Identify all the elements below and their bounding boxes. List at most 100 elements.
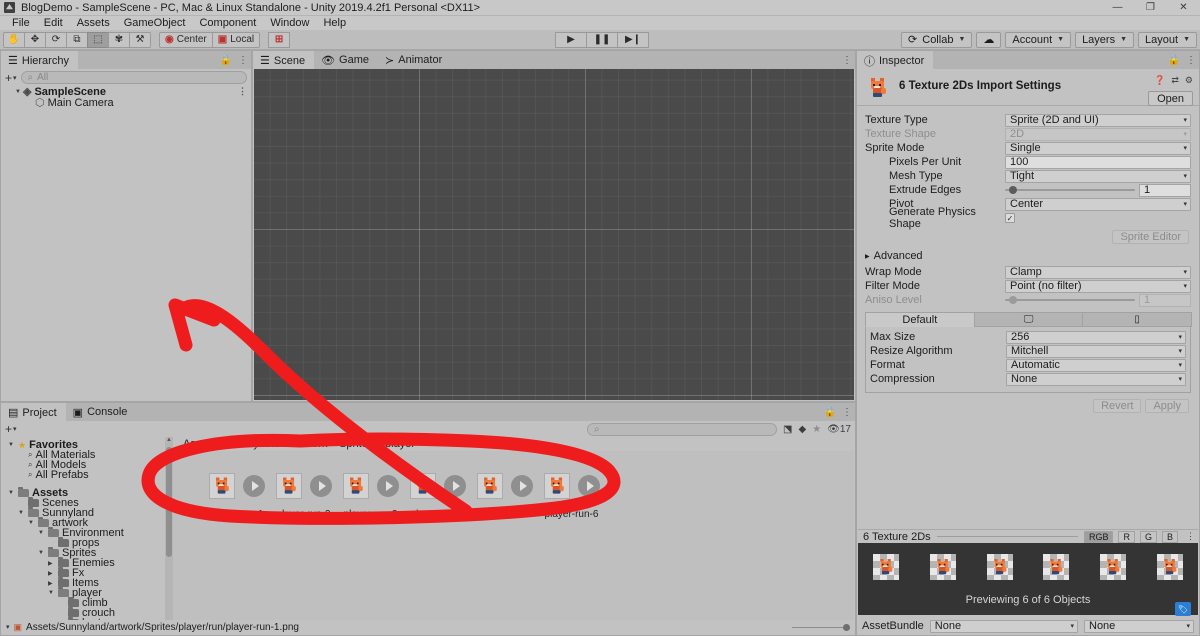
play-preview-icon[interactable]: [443, 475, 466, 497]
open-button[interactable]: Open: [1148, 91, 1193, 106]
project-tree-scrollbar[interactable]: ▲: [165, 437, 173, 620]
breadcrumb-player[interactable]: player: [385, 438, 415, 450]
property-dropdown[interactable]: 256: [1006, 330, 1186, 344]
scene-viewport[interactable]: [254, 69, 854, 400]
chevron-down-icon[interactable]: ▼: [28, 520, 35, 526]
label-filter-icon[interactable]: ◆: [799, 424, 807, 435]
property-dropdown[interactable]: Clamp: [1005, 265, 1191, 279]
thumbnail-size-slider[interactable]: [792, 622, 850, 632]
kebab-icon[interactable]: ⋮: [1186, 531, 1195, 542]
play-preview-icon[interactable]: [376, 475, 399, 497]
property-dropdown[interactable]: Point (no filter): [1005, 279, 1191, 293]
settings-icon[interactable]: ⚙: [1185, 75, 1193, 86]
menu-assets[interactable]: Assets: [70, 16, 117, 30]
chevron-down-icon[interactable]: ▼: [48, 590, 55, 596]
favorite-filter-icon[interactable]: ★: [812, 424, 821, 435]
hierarchy-item-main-camera[interactable]: ⬡ Main Camera: [1, 97, 251, 110]
play-preview-icon[interactable]: [242, 475, 265, 497]
play-preview-icon[interactable]: [309, 475, 332, 497]
property-dropdown[interactable]: Tight: [1005, 169, 1191, 183]
minimize-icon[interactable]: —: [1101, 0, 1134, 16]
tree-row[interactable]: ⌕ All Prefabs: [2, 469, 165, 481]
chevron-down-icon[interactable]: ▼: [8, 442, 15, 448]
sprite-thumbnail[interactable]: [476, 473, 503, 499]
collab-button[interactable]: ⟳ Collab ▼: [901, 31, 973, 48]
kebab-icon[interactable]: ⋮: [238, 55, 248, 66]
asset-item[interactable]: player-run-1: [203, 473, 270, 520]
maximize-icon[interactable]: ❐: [1134, 0, 1167, 16]
sprite-editor-button[interactable]: Sprite Editor: [1112, 230, 1189, 244]
chevron-right-icon[interactable]: ▶: [48, 580, 55, 587]
slider-handle[interactable]: [1009, 296, 1017, 304]
advanced-foldout[interactable]: ▶ Advanced: [865, 250, 1191, 262]
property-dropdown[interactable]: Sprite (2D and UI): [1005, 113, 1191, 127]
channel-r-button[interactable]: R: [1118, 530, 1135, 543]
property-dropdown[interactable]: Mitchell: [1006, 344, 1186, 358]
chevron-down-icon[interactable]: ▼: [18, 510, 25, 516]
hand-tool-icon[interactable]: ✋: [3, 31, 25, 48]
chevron-down-icon[interactable]: ▼: [8, 490, 15, 496]
tag-icon[interactable]: 🏷: [1175, 602, 1191, 616]
asset-grid-area[interactable]: player-run-1 player-run-2 player-run-3 play…: [173, 451, 854, 620]
chevron-down-icon[interactable]: ▼: [15, 89, 21, 95]
rotate-tool-icon[interactable]: ⟳: [45, 31, 67, 48]
menu-edit[interactable]: Edit: [37, 16, 70, 30]
tab-platform-android[interactable]: ▯: [1082, 312, 1193, 327]
tab-scene[interactable]: ☰ Scene: [253, 51, 315, 69]
sprite-thumbnail[interactable]: [342, 473, 369, 499]
assetbundle-dropdown[interactable]: None: [929, 619, 1078, 633]
layout-dropdown[interactable]: Layout ▼: [1138, 31, 1197, 48]
layers-dropdown[interactable]: Layers ▼: [1075, 31, 1135, 48]
preset-icon[interactable]: ⇄: [1171, 75, 1179, 86]
sprite-thumbnail[interactable]: [409, 473, 436, 499]
step-button[interactable]: ▶❙: [617, 31, 649, 48]
play-preview-icon[interactable]: [577, 475, 600, 497]
property-text-input[interactable]: 100: [1005, 155, 1191, 169]
breadcrumb-assets[interactable]: Assets: [183, 438, 216, 450]
pause-button[interactable]: ❚❚: [586, 31, 618, 48]
breadcrumb-sunnyland[interactable]: Sunnyland: [228, 438, 280, 450]
create-gameobject-button[interactable]: + ▾: [5, 71, 17, 85]
space-toggle-button[interactable]: ▣ Local: [211, 31, 261, 48]
menu-help[interactable]: Help: [316, 16, 353, 30]
kebab-icon[interactable]: ⋮: [238, 86, 247, 97]
assetbundle-variant-dropdown[interactable]: None: [1084, 619, 1194, 633]
lock-icon[interactable]: 🔒: [220, 55, 232, 66]
asset-item[interactable]: player-run-3: [337, 473, 404, 520]
move-tool-icon[interactable]: ✥: [24, 31, 46, 48]
sprite-thumbnail[interactable]: [208, 473, 235, 499]
lock-icon[interactable]: 🔒: [824, 407, 836, 418]
kebab-icon[interactable]: ⋮: [1186, 55, 1196, 66]
menu-file[interactable]: File: [5, 16, 37, 30]
asset-item[interactable]: player-run-5: [471, 473, 538, 520]
tab-project[interactable]: ▤ Project: [1, 403, 66, 421]
channel-g-button[interactable]: G: [1139, 530, 1157, 543]
sprite-thumbnail[interactable]: [275, 473, 302, 499]
apply-button[interactable]: Apply: [1145, 399, 1189, 413]
project-search-input[interactable]: ⌕: [587, 422, 778, 436]
hierarchy-search-input[interactable]: ⌕ All: [20, 71, 247, 84]
asset-item[interactable]: player-run-4: [404, 473, 471, 520]
tab-console[interactable]: ▣ Console: [65, 403, 137, 421]
chevron-down-icon[interactable]: ▼: [38, 530, 45, 536]
transform-tool-icon[interactable]: ✾: [108, 31, 130, 48]
tab-platform-default[interactable]: Default: [865, 312, 975, 327]
breadcrumb-sprites[interactable]: Sprites: [339, 438, 373, 450]
property-dropdown[interactable]: Single: [1005, 141, 1191, 155]
snap-toggle-icon[interactable]: ⊞: [268, 31, 291, 48]
help-icon[interactable]: ❓: [1154, 75, 1165, 86]
property-dropdown[interactable]: Automatic: [1006, 358, 1186, 372]
chevron-down-icon[interactable]: ▼: [38, 550, 45, 556]
custom-tool-icon[interactable]: ⚒: [129, 31, 151, 48]
kebab-icon[interactable]: ⋮: [842, 407, 852, 418]
chevron-right-icon[interactable]: ▶: [48, 570, 55, 577]
pivot-toggle-button[interactable]: ◉ Center: [159, 31, 213, 48]
chevron-right-icon[interactable]: ▶: [48, 560, 55, 567]
close-icon[interactable]: ✕: [1167, 0, 1200, 16]
tab-game[interactable]: 👁 Game: [314, 51, 379, 69]
account-dropdown[interactable]: Account ▼: [1005, 31, 1072, 48]
lock-icon[interactable]: 🔒: [1168, 55, 1180, 66]
menu-window[interactable]: Window: [263, 16, 316, 30]
tree-row[interactable]: ▼ Assets: [2, 487, 165, 499]
menu-gameobject[interactable]: GameObject: [117, 16, 193, 30]
